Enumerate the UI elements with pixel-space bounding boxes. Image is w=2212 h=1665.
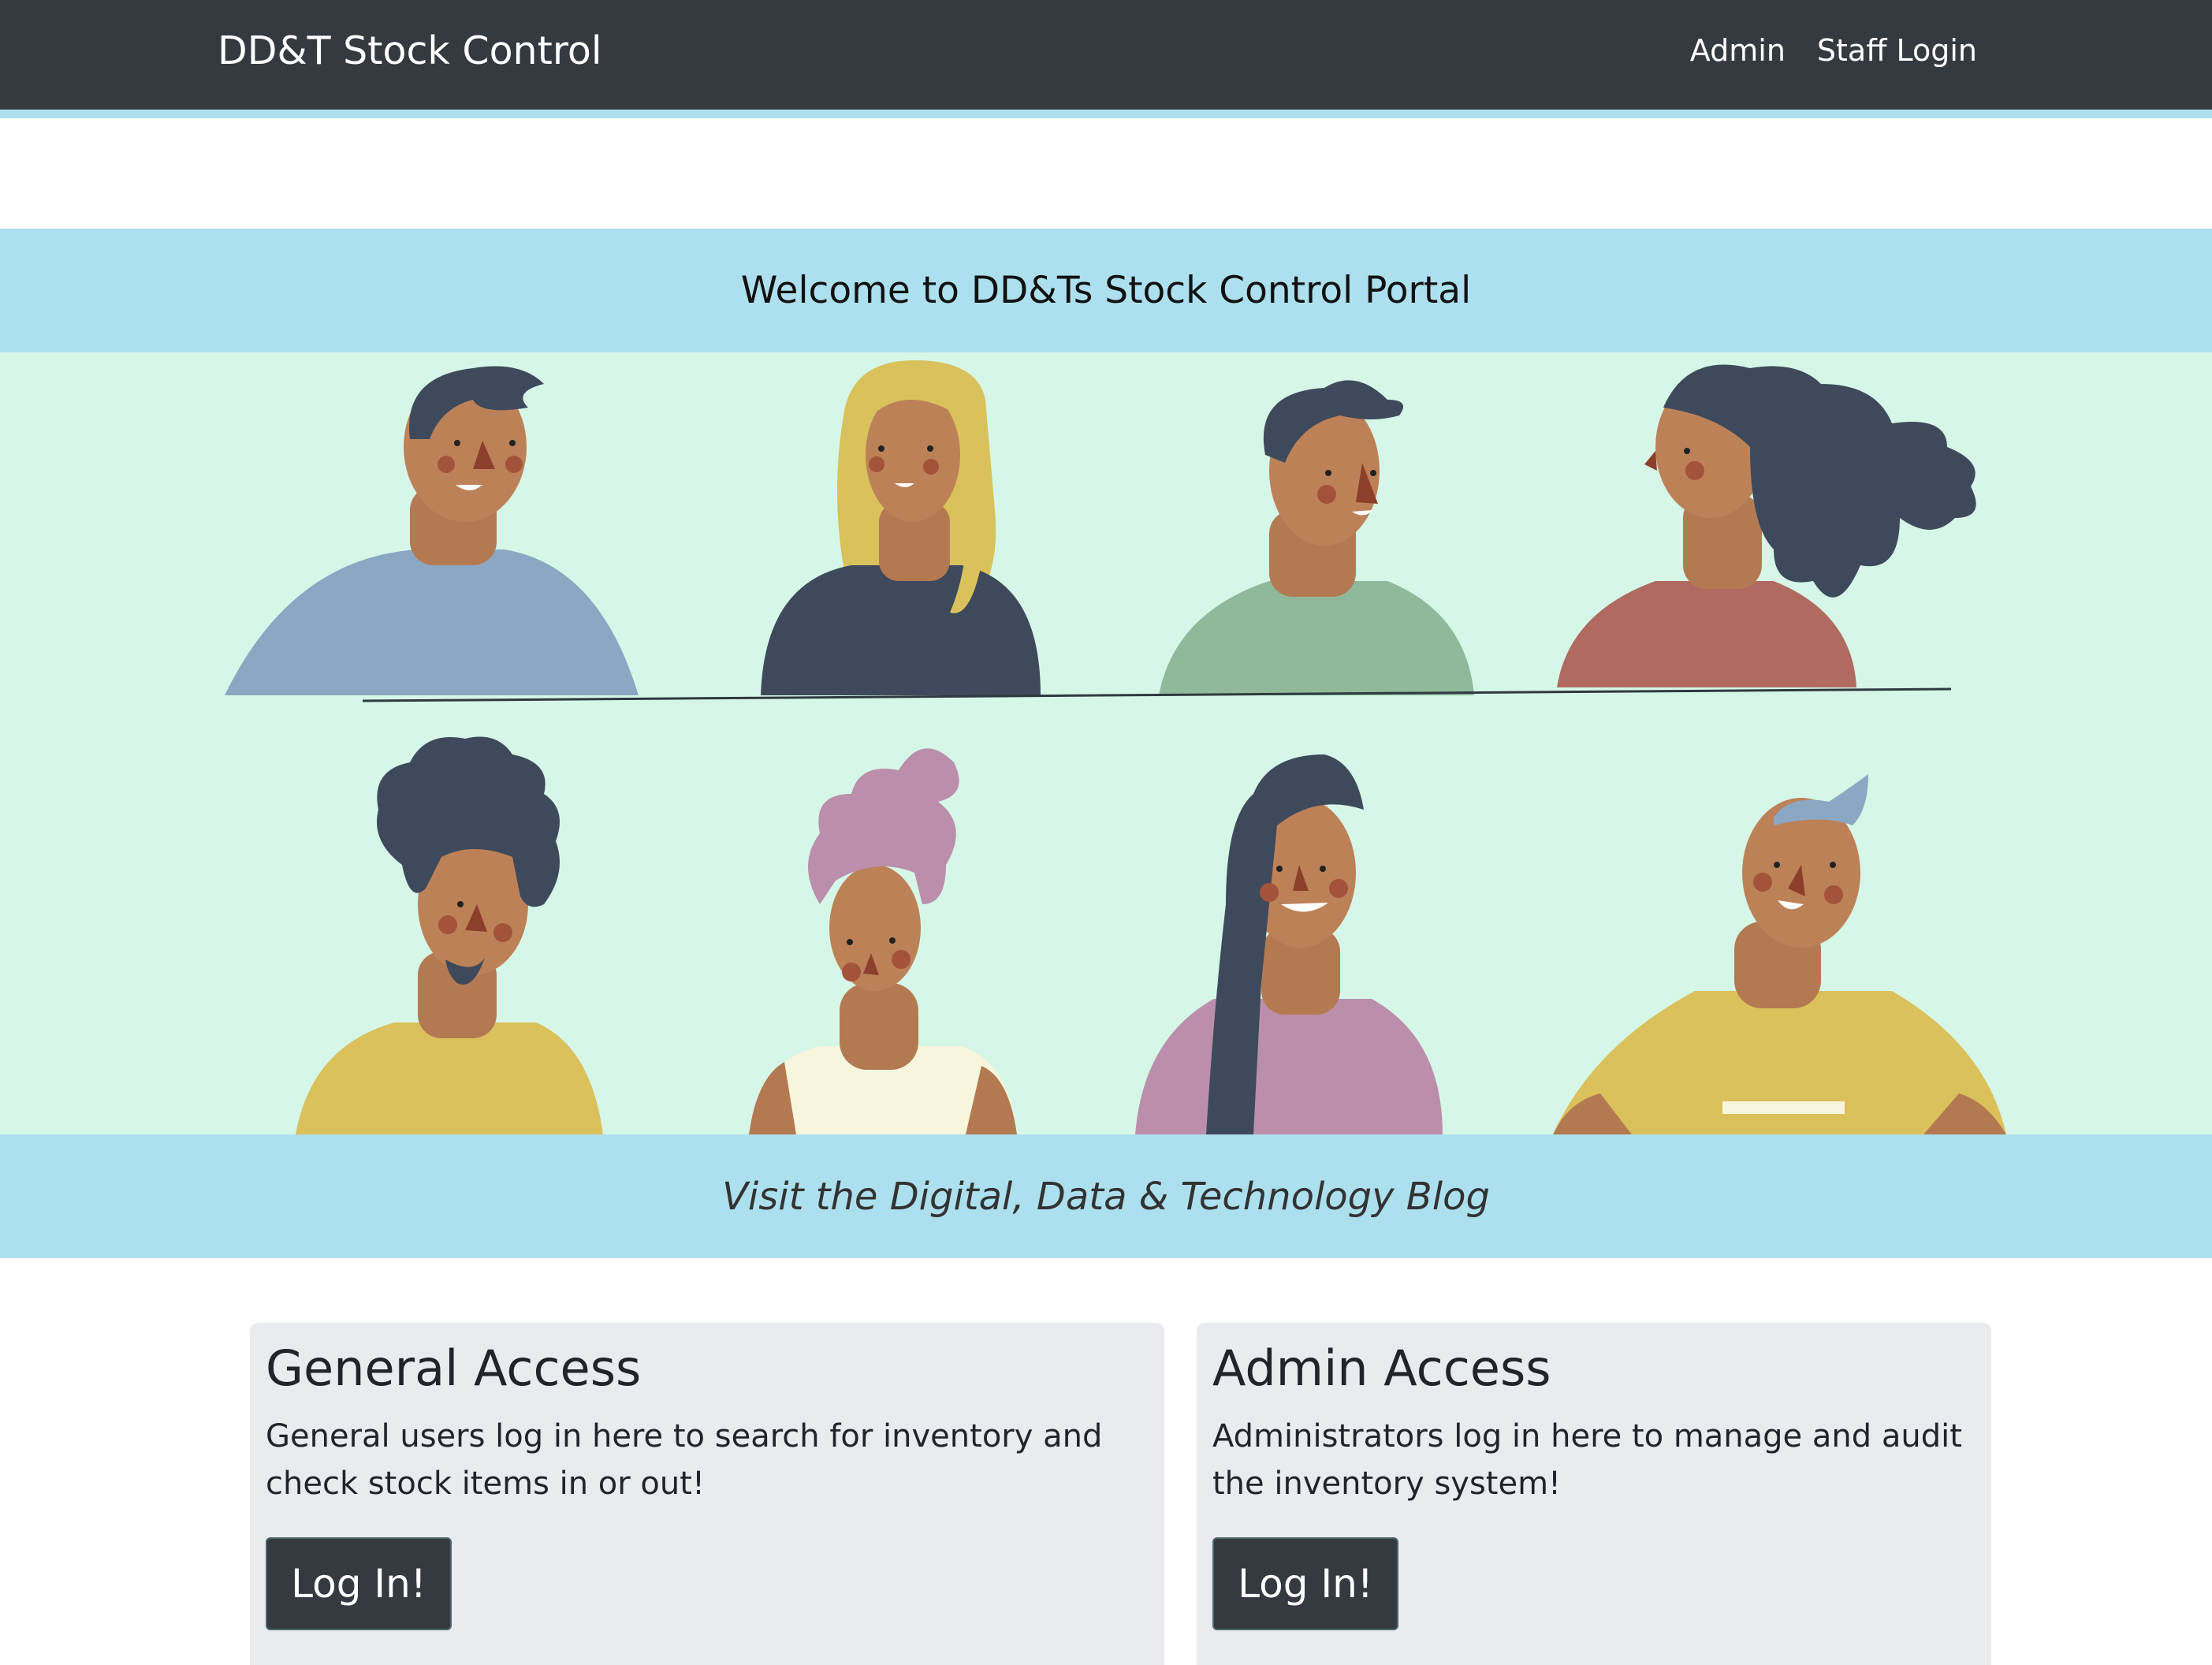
navbar-links: Admin Staff Login (1690, 33, 1977, 68)
nav-link-admin[interactable]: Admin (1690, 33, 1786, 68)
person-illustration-6 (749, 748, 1017, 1134)
person-illustration-4 (1557, 364, 1976, 687)
admin-access-description: Administrators log in here to manage and… (1212, 1418, 1962, 1503)
nav-link-staff-login[interactable]: Staff Login (1817, 33, 1977, 68)
navbar-brand[interactable]: DD&T Stock Control (218, 28, 602, 73)
top-navbar: DD&T Stock Control Admin Staff Login (0, 0, 2212, 110)
person-illustration-8 (1553, 774, 2006, 1134)
welcome-title: Welcome to DD&Ts Stock Control Portal (740, 269, 1472, 312)
people-illustration (225, 360, 2006, 1134)
person-illustration-2 (761, 360, 1041, 695)
person-illustration-5 (296, 736, 603, 1134)
general-access-description: General users log in here to search for … (266, 1418, 1103, 1503)
general-access-card: General Access General users log in here… (250, 1323, 1164, 1665)
person-illustration-3 (1159, 380, 1474, 695)
person-illustration-1 (225, 366, 639, 695)
admin-access-card: Admin Access Administrators log in here … (1197, 1323, 1991, 1665)
admin-login-button[interactable]: Log In! (1212, 1537, 1398, 1630)
general-login-button[interactable]: Log In! (266, 1537, 452, 1630)
blog-link[interactable]: Visit the Digital, Data & Technology Blo… (722, 1175, 1490, 1219)
person-illustration-7 (1135, 754, 1443, 1134)
hero-illustration (0, 352, 2212, 1134)
general-access-title: General Access (266, 1339, 642, 1397)
welcome-banner: Welcome to DD&Ts Stock Control Portal (0, 229, 2212, 352)
navbar-accent-stripe (0, 110, 2212, 118)
admin-access-title: Admin Access (1212, 1339, 1551, 1397)
blog-banner: Visit the Digital, Data & Technology Blo… (0, 1134, 2212, 1258)
